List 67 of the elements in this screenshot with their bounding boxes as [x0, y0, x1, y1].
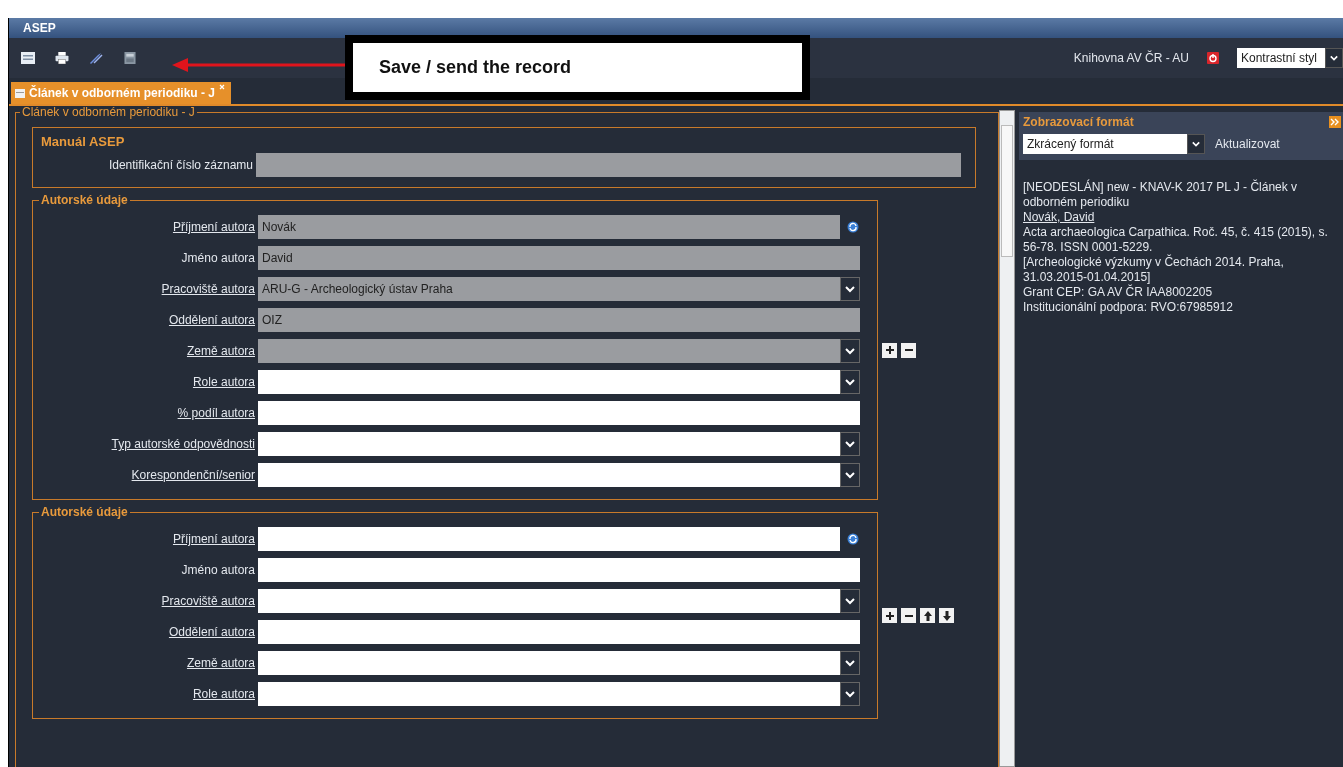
field-link[interactable]: Příjmení autora	[33, 532, 255, 546]
field-label: Jméno autora	[180, 251, 255, 265]
chevron-down-icon	[840, 432, 860, 456]
section-legend: Autorské údaje	[39, 505, 130, 519]
chevron-down-icon	[840, 589, 860, 613]
field-link[interactable]: Korespondenční/senior	[33, 468, 255, 482]
dropdown-field[interactable]	[258, 589, 860, 613]
refresh-icon[interactable]	[847, 533, 859, 545]
format-select[interactable]: Zkrácený formát	[1023, 134, 1205, 154]
chevron-down-icon	[1187, 134, 1205, 154]
style-select[interactable]: Kontrastní styl	[1237, 48, 1343, 68]
save-icon[interactable]	[123, 52, 137, 64]
window-title: ASEP	[23, 21, 56, 35]
dropdown-field[interactable]	[258, 432, 860, 456]
record-text: Acta archaeologica Carpathica. Roč. 45, č. 415 (2015), s. 56-78. ISSN 0001-5229.	[1023, 225, 1329, 254]
record-text: [NEODESLÁN] new - KNAV-K 2017 PL J - Článek v odborném periodiku	[1023, 180, 1299, 210]
arrow-down-icon	[941, 610, 952, 621]
section-legend: Autorské údaje	[39, 193, 130, 207]
chevron-down-icon	[840, 651, 860, 675]
field-link[interactable]: Země autora	[33, 656, 255, 670]
section-heading: Manuál ASEP	[41, 134, 126, 149]
library-name: Knihovna AV ČR - AU	[1073, 51, 1189, 65]
printer-icon[interactable]	[55, 52, 69, 64]
form-title: Článek v odborném periodiku - J	[20, 106, 197, 119]
update-button[interactable]: Aktualizovat	[1215, 137, 1280, 151]
dropdown-field[interactable]	[258, 651, 860, 675]
scrollbar[interactable]	[999, 110, 1015, 767]
plus-icon	[884, 345, 895, 355]
document-icon	[15, 88, 25, 98]
author-link[interactable]: Novák, David	[1023, 210, 1095, 225]
dropdown-field[interactable]	[258, 682, 860, 706]
add-button[interactable]	[882, 608, 897, 623]
dropdown-field[interactable]	[258, 370, 860, 394]
plus-icon	[884, 610, 895, 621]
field-link[interactable]: % podíl autora	[33, 406, 255, 420]
remove-button[interactable]	[901, 608, 916, 623]
document-icon[interactable]	[21, 52, 35, 64]
field-link[interactable]: Typ autorské odpovědnosti	[33, 437, 255, 451]
record-text: [Archeologické výzkumy v Čechách 2014. Praha, 31.03.2015-01.04.2015]	[1023, 255, 1285, 285]
refresh-icon[interactable]	[847, 221, 859, 233]
field-link[interactable]: Pracoviště autora	[33, 594, 255, 608]
input-field[interactable]	[258, 620, 860, 644]
panel-title: Zobrazovací formát	[1023, 115, 1134, 129]
record-text: Grant CEP: GA AV ČR IAA8002205	[1023, 285, 1214, 300]
record-text: Institucionální podpora: RVO:67985912	[1023, 300, 1234, 315]
input-field[interactable]	[258, 558, 860, 582]
dropdown-field[interactable]	[258, 463, 860, 487]
chevron-down-icon	[840, 370, 860, 394]
field-label: Jméno autora	[180, 563, 255, 577]
chevron-down-icon	[840, 277, 860, 301]
field-link[interactable]: Oddělení autora	[33, 625, 255, 639]
chevron-down-icon	[840, 463, 860, 487]
field-link[interactable]: Role autora	[33, 687, 255, 701]
wand-icon[interactable]	[89, 52, 103, 64]
remove-button[interactable]	[901, 342, 916, 358]
arrow-up-icon	[922, 610, 933, 621]
move-down-button[interactable]	[939, 608, 954, 623]
add-button[interactable]	[882, 342, 897, 358]
move-up-button[interactable]	[920, 608, 935, 623]
input-field[interactable]	[258, 527, 840, 551]
field-link[interactable]: Role autora	[33, 375, 255, 389]
chevron-down-icon	[840, 682, 860, 706]
field-label: Identifikační číslo záznamu	[107, 158, 253, 172]
power-icon[interactable]	[1207, 52, 1219, 64]
input-field[interactable]	[258, 401, 860, 425]
chevron-down-icon	[840, 339, 860, 363]
annotation-callout: Save / send the record	[345, 35, 810, 100]
